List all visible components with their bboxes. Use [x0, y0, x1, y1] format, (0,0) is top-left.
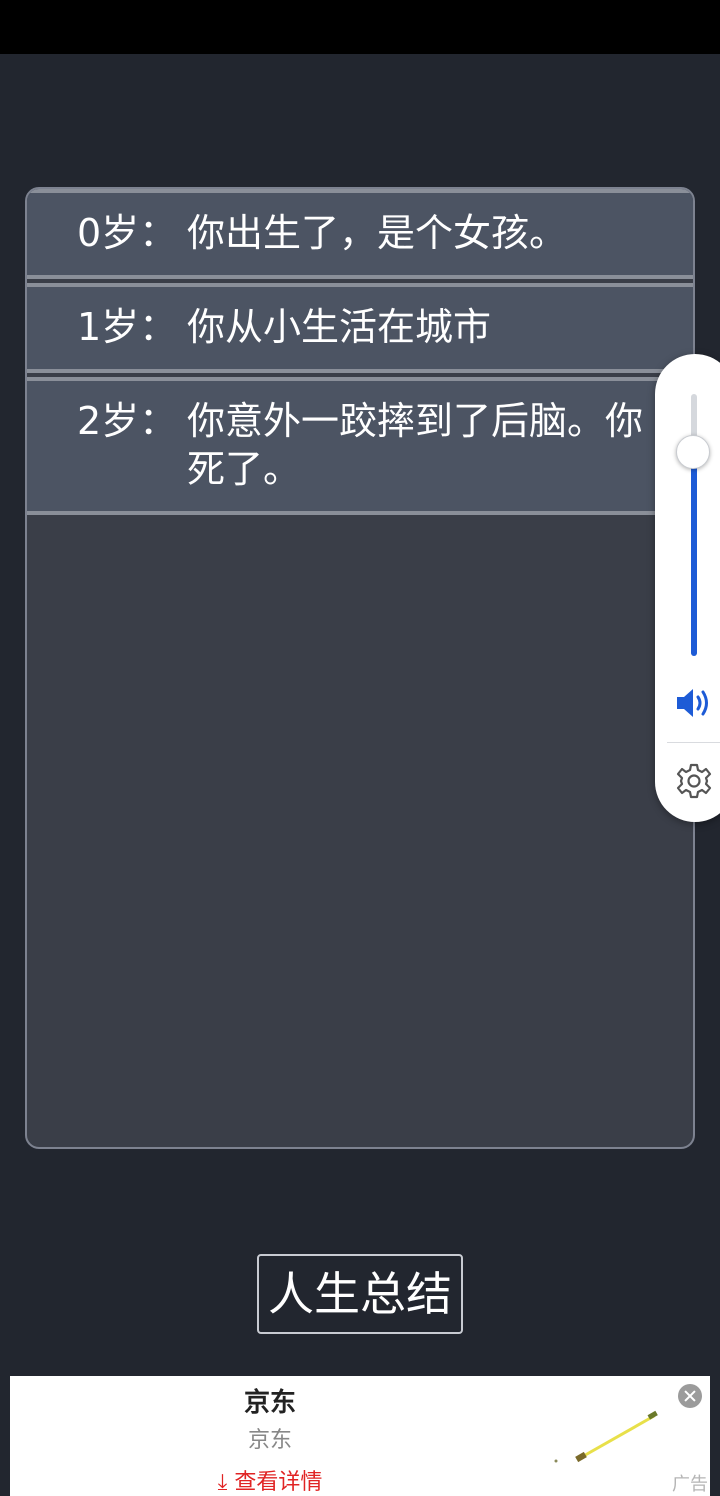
ad-title: 京东 — [243, 1388, 296, 1418]
life-entry: 2岁： 你意外一跤摔到了后脑。你死了。 — [27, 377, 693, 515]
entry-text: 你意外一跤摔到了后脑。你死了。 — [187, 399, 644, 491]
entry-text: 你从小生活在城市 — [187, 305, 492, 349]
life-log-panel: 0岁： 你出生了，是个女孩。 1岁： 你从小生活在城市 2岁： 你意外一跤摔到了… — [25, 187, 695, 1149]
speaker-icon[interactable] — [675, 686, 715, 720]
ad-banner[interactable]: 京东 京东 ⤓ 查看详情 广告 — [10, 1376, 710, 1496]
entry-age: 1岁： — [77, 305, 178, 349]
gear-icon[interactable] — [675, 762, 713, 800]
volume-divider — [667, 742, 720, 743]
volume-slider-fill — [691, 451, 697, 656]
ad-product-image — [554, 1410, 658, 1463]
life-entry: 1岁： 你从小生活在城市 — [27, 283, 693, 373]
entry-age: 0岁： — [77, 211, 178, 255]
status-bar — [0, 0, 720, 54]
volume-slider-thumb[interactable] — [676, 434, 710, 469]
volume-panel — [655, 354, 720, 822]
life-entries: 0岁： 你出生了，是个女孩。 1岁： 你从小生活在城市 2岁： 你意外一跤摔到了… — [27, 189, 693, 515]
entry-text: 你出生了，是个女孩。 — [187, 211, 568, 255]
entry-age: 2岁： — [77, 399, 178, 443]
life-entry: 0岁： 你出生了，是个女孩。 — [27, 189, 693, 279]
ad-close-icon[interactable] — [678, 1384, 702, 1408]
volume-slider-track[interactable] — [691, 394, 697, 656]
ad-view-details-link[interactable]: ⤓ 查看详情 — [10, 1464, 530, 1496]
life-summary-button[interactable]: 人生总结 — [257, 1254, 463, 1334]
ad-subtitle: 京东 — [247, 1428, 292, 1453]
ad-tag: 广告 — [672, 1474, 708, 1495]
